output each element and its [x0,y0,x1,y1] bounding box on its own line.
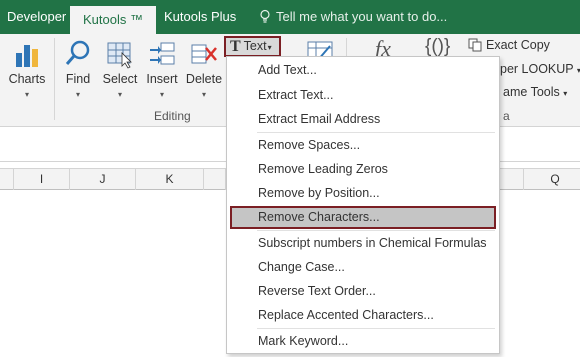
copy-icon [468,38,482,52]
menu-item-reverse-text-order[interactable]: Reverse Text Order... [230,280,496,303]
menu-item-change-case[interactable]: Change Case... [230,256,496,279]
text-format-icon: T [230,38,241,55]
menu-item-remove-spaces[interactable]: Remove Spaces... [230,134,496,157]
menu-divider [257,328,495,329]
column-header-hidden[interactable] [204,169,226,190]
group-label-editing: Editing [154,109,191,123]
chevron-down-icon: ▾ [117,90,122,99]
tab-developer[interactable]: Developer [7,0,66,34]
column-header-partial[interactable] [0,169,14,190]
find-button[interactable]: Find ▾ [58,34,98,104]
charts-label: Charts [8,72,46,86]
name-tools-button[interactable]: ame Tools ▾ [503,85,567,99]
column-header-j[interactable]: J [70,169,136,190]
ribbon-separator [54,38,55,120]
exact-copy-label: Exact Copy [486,38,550,52]
find-label: Find [65,72,91,86]
menu-divider [257,132,495,133]
chevron-down-icon: ▾ [159,90,164,99]
select-icon [107,42,132,69]
menu-item-extract-text[interactable]: Extract Text... [230,84,496,107]
super-lookup-label: per LOOKUP [500,62,574,76]
column-header-k[interactable]: K [136,169,204,190]
select-button[interactable]: Select ▾ [100,34,140,104]
insert-label: Insert [146,72,178,86]
charts-button[interactable]: Charts ▾ [4,34,50,104]
insert-icon [150,42,175,65]
text-dropdown-button[interactable]: T Text▾ [224,36,281,57]
find-icon [65,40,90,65]
group-label-formula: a [503,109,510,123]
menu-item-extract-email[interactable]: Extract Email Address [230,108,496,131]
select-label: Select [102,72,138,86]
menu-item-subscript-numbers[interactable]: Subscript numbers in Chemical Formulas [230,232,496,255]
tell-me-search[interactable]: Tell me what you want to do... [258,0,447,34]
menu-item-remove-leading-zeros[interactable]: Remove Leading Zeros [230,158,496,181]
tab-kutools-plus[interactable]: Kutools Plus [164,0,236,34]
delete-label: Delete [185,72,223,86]
menu-item-remove-by-position[interactable]: Remove by Position... [230,182,496,205]
menu-item-remove-characters[interactable]: Remove Characters... [230,206,496,229]
chevron-down-icon: ▾ [267,43,272,52]
chevron-down-icon: ▾ [201,90,206,99]
lightbulb-icon [260,9,270,23]
menu-item-add-text[interactable]: Add Text... [230,59,496,82]
column-header-i[interactable]: I [14,169,70,190]
column-header-q[interactable]: Q [524,169,580,190]
chevron-down-icon: ▾ [24,90,29,99]
menu-item-replace-accented[interactable]: Replace Accented Characters... [230,304,496,327]
chevron-down-icon: ▾ [75,90,80,99]
exact-copy-button[interactable]: Exact Copy [468,38,550,52]
column-header-hidden[interactable] [500,169,524,190]
chevron-down-icon: ▾ [563,89,568,98]
tab-kutools[interactable]: Kutools ™ [70,6,156,34]
name-tools-label: ame Tools [503,85,560,99]
delete-icon [191,44,217,64]
text-button-label: Text [243,39,267,53]
tell-me-text: Tell me what you want to do... [276,9,448,24]
formula-braces-icon[interactable]: {()} [425,36,450,58]
menu-divider [257,230,495,231]
menu-item-mark-keyword[interactable]: Mark Keyword... [230,330,496,353]
insert-button[interactable]: Insert ▾ [142,34,182,104]
delete-button[interactable]: Delete ▾ [184,34,224,104]
charts-icon [16,45,38,67]
text-dropdown-menu: Add Text... Extract Text... Extract Emai… [226,56,500,354]
ribbon-tab-bar: Developer Kutools ™ Kutools Plus Tell me… [0,0,580,34]
super-lookup-button[interactable]: per LOOKUP ▾ [500,62,580,76]
